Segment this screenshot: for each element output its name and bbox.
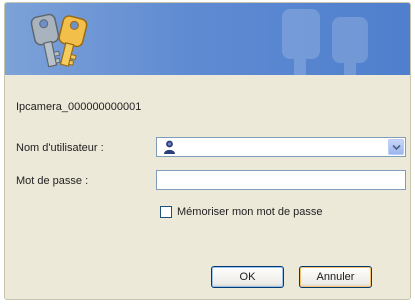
password-label: Mot de passe : xyxy=(16,175,89,187)
user-icon xyxy=(164,140,175,154)
remember-password-checkbox[interactable] xyxy=(160,206,172,218)
username-combobox[interactable] xyxy=(156,137,406,157)
chevron-down-icon[interactable] xyxy=(388,139,404,155)
ok-button[interactable]: OK xyxy=(211,266,284,288)
dialog-banner xyxy=(5,3,410,75)
keys-watermark-icon xyxy=(282,9,368,75)
username-label: Nom d'utilisateur : xyxy=(16,142,104,154)
login-dialog: Ipcamera_000000000001 Nom d'utilisateur … xyxy=(4,2,411,300)
password-field[interactable] xyxy=(156,170,406,190)
cancel-button[interactable]: Annuler xyxy=(299,266,372,288)
keys-icon xyxy=(30,13,88,68)
remember-password-label: Mémoriser mon mot de passe xyxy=(177,206,323,218)
device-name: Ipcamera_000000000001 xyxy=(16,101,142,113)
